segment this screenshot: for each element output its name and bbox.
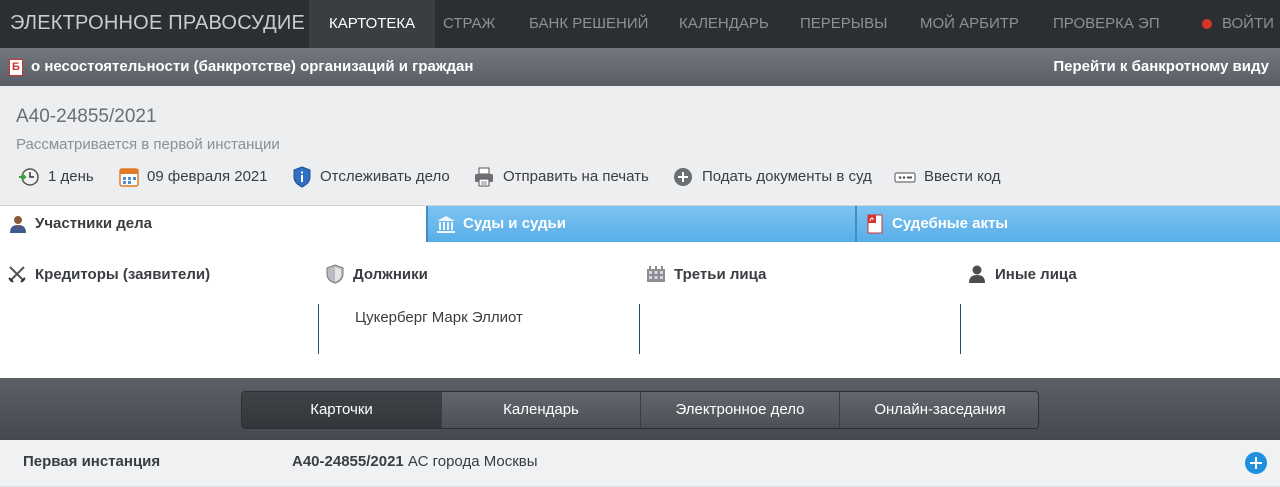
nav-item-my-arbiter[interactable]: МОЙ АРБИТР	[920, 0, 1019, 48]
nav-item-breaks[interactable]: ПЕРЕРЫВЫ	[800, 0, 887, 48]
instance-row[interactable]: Первая инстанция А40-24855/2021 АС город…	[0, 440, 1280, 487]
nav-item-kartoteka[interactable]: КАРТОТЕКА	[309, 0, 436, 48]
creditors-title: Кредиторы (заявители)	[35, 266, 211, 283]
nav-item-calendar[interactable]: КАЛЕНДАРЬ	[679, 0, 769, 48]
top-navigation: ЭЛЕКТРОННОЕ ПРАВОСУДИЕ КАРТОТЕКА СТРАЖ Б…	[0, 0, 1280, 48]
site-brand[interactable]: ЭЛЕКТРОННОЕ ПРАВОСУДИЕ	[10, 12, 305, 35]
tab-court-acts-label: Судебные акты	[892, 215, 1009, 232]
participants-panel: Кредиторы (заявители) Должники Цукерберг…	[0, 242, 1280, 378]
debtors-title: Должники	[353, 266, 428, 283]
instance-label: Первая инстанция	[23, 453, 161, 470]
case-tabs: Участники дела Суды и судьи Судебные акт…	[0, 206, 1280, 242]
instance-case: А40-24855/2021 АС города Москвы	[292, 453, 538, 470]
case-duration: 1 день	[18, 166, 94, 188]
view-switcher: Карточки Календарь Электронное дело Онла…	[241, 391, 1039, 429]
case-number: А40-24855/2021	[16, 106, 157, 127]
expand-add-icon[interactable]	[1245, 452, 1267, 474]
instance-court: АС города Москвы	[403, 453, 538, 470]
tab-courts[interactable]: Суды и судьи	[426, 206, 855, 242]
nav-item-bank-resheniy[interactable]: БАНК РЕШЕНИЙ	[529, 0, 648, 48]
case-date: 09 февраля 2021	[118, 166, 268, 188]
add-circle-icon	[674, 168, 692, 186]
pdf-document-icon	[867, 214, 883, 234]
debtor-entry[interactable]: Цукерберг Марк Эллиот	[355, 309, 523, 326]
debtors-heading: Должники	[326, 264, 428, 284]
tab-participants-label: Участники дела	[35, 215, 152, 232]
shield-info-icon	[293, 166, 311, 188]
track-case-button[interactable]: Отслеживать дело	[291, 166, 450, 188]
bankruptcy-badge-icon: Б	[9, 59, 23, 76]
other-persons-column: Иные лица	[960, 242, 1280, 378]
submit-label: Подать документы в суд	[702, 168, 872, 185]
other-persons-heading: Иные лица	[969, 265, 1077, 283]
print-button[interactable]: Отправить на печать	[473, 166, 649, 188]
duration-label: 1 день	[48, 168, 94, 185]
creditors-heading: Кредиторы (заявители)	[8, 266, 211, 283]
cards-button[interactable]: Карточки	[242, 392, 441, 428]
tab-court-acts[interactable]: Судебные акты	[855, 206, 1280, 242]
crossed-swords-icon	[8, 266, 26, 283]
category-bar: Б о несостоятельности (банкротстве) орга…	[0, 48, 1280, 86]
code-label: Ввести код	[924, 168, 1001, 185]
login-label: ВОЙТИ	[1222, 15, 1274, 32]
group-building-icon	[647, 266, 665, 282]
instance-case-number: А40-24855/2021	[292, 453, 404, 470]
keyboard-code-icon	[894, 172, 916, 183]
printer-icon	[475, 167, 493, 187]
debtors-column: Должники Цукерберг Марк Эллиот	[318, 242, 638, 378]
other-persons-title: Иные лица	[995, 266, 1077, 283]
case-status: Рассматривается в первой инстанции	[16, 136, 280, 153]
third-parties-column: Третьи лица	[639, 242, 959, 378]
electronic-case-button[interactable]: Электронное дело	[640, 392, 839, 428]
column-divider	[639, 304, 640, 354]
courthouse-icon	[437, 216, 455, 233]
nav-item-check-signature[interactable]: ПРОВЕРКА ЭП	[1053, 0, 1160, 48]
print-label: Отправить на печать	[503, 168, 649, 185]
login-link[interactable]: ВОЙТИ	[1202, 0, 1274, 48]
third-parties-title: Третьи лица	[674, 266, 767, 283]
clock-arrow-icon	[19, 168, 39, 186]
person-icon	[10, 216, 26, 233]
date-label: 09 февраля 2021	[147, 168, 268, 185]
calendar-icon	[119, 168, 139, 187]
calendar-button[interactable]: Календарь	[441, 392, 640, 428]
bottom-toolbar: Карточки Календарь Электронное дело Онла…	[0, 378, 1280, 440]
third-parties-heading: Третьи лица	[647, 266, 767, 283]
online-sessions-button[interactable]: Онлайн-заседания	[839, 392, 1038, 428]
creditors-column: Кредиторы (заявители)	[0, 242, 320, 378]
case-header: А40-24855/2021 Рассматривается в первой …	[0, 86, 1280, 206]
category-title: о несостоятельности (банкротстве) органи…	[31, 58, 474, 75]
person-silhouette-icon	[969, 265, 985, 283]
bankruptcy-view-link[interactable]: Перейти к банкротному виду	[1053, 58, 1269, 75]
tab-courts-label: Суды и судьи	[463, 215, 566, 232]
column-divider	[960, 304, 961, 354]
status-dot-icon	[1202, 19, 1212, 29]
shield-icon	[326, 264, 344, 284]
submit-documents-button[interactable]: Подать документы в суд	[673, 166, 872, 188]
enter-code-button[interactable]: Ввести код	[894, 166, 1001, 188]
nav-item-strazh[interactable]: СТРАЖ	[443, 0, 495, 48]
tab-participants[interactable]: Участники дела	[0, 206, 426, 242]
column-divider	[318, 304, 319, 354]
track-label: Отслеживать дело	[320, 168, 450, 185]
